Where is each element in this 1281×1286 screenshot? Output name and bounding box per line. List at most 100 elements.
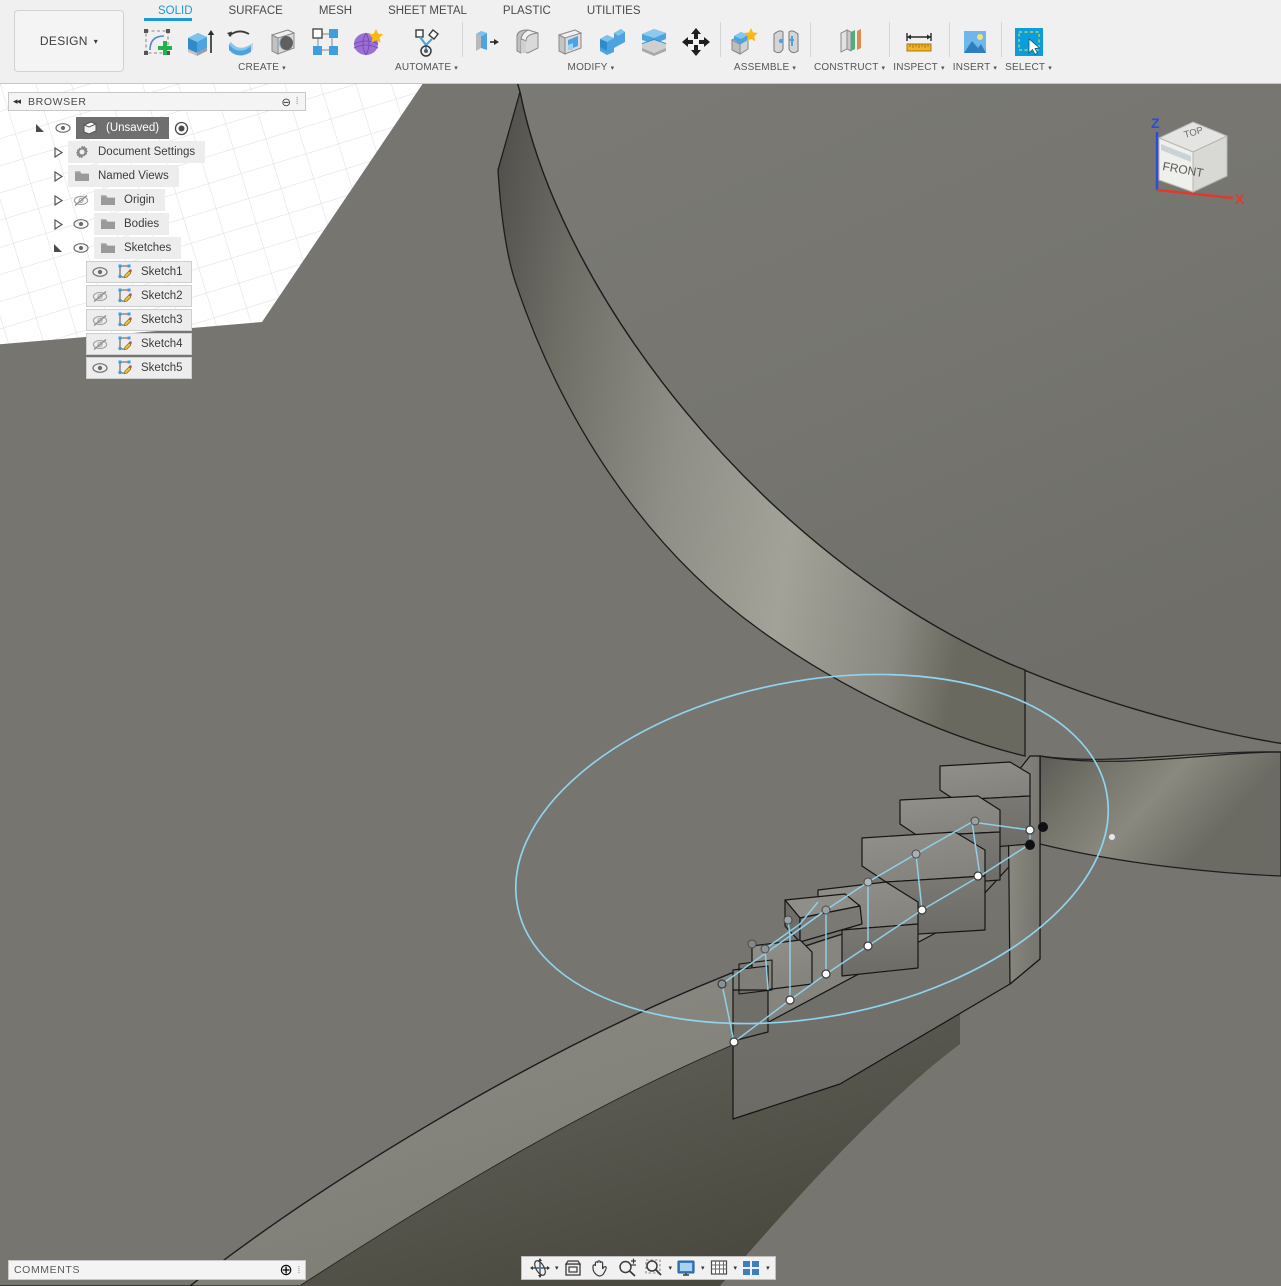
twisty-collapsed-icon[interactable] xyxy=(48,195,68,206)
workspace-switcher-button[interactable]: DESIGN ▾ xyxy=(14,10,124,72)
automate-button[interactable] xyxy=(406,21,446,63)
twisty-expanded-icon[interactable] xyxy=(30,123,50,134)
tree-row-named-views[interactable]: Named Views xyxy=(8,164,306,188)
panel-label-construct[interactable]: CONSTRUCT▾ xyxy=(814,62,885,73)
panel-label-insert-text: INSERT xyxy=(953,62,991,73)
panel-label-inspect[interactable]: INSPECT▾ xyxy=(893,62,944,73)
create-sketch-button[interactable] xyxy=(137,21,177,63)
tree-row-bodies[interactable]: Bodies xyxy=(8,212,306,236)
measure-button[interactable] xyxy=(899,21,939,63)
view-cube[interactable]: Z X TOP FRONT xyxy=(1135,108,1245,208)
tab-plastic[interactable]: PLASTIC xyxy=(485,4,569,19)
visibility-eye-icon[interactable] xyxy=(87,266,113,278)
tree-chip-sketch2[interactable]: Sketch2 xyxy=(86,285,192,307)
visibility-eye-hidden-icon[interactable] xyxy=(68,194,94,207)
visibility-eye-hidden-icon[interactable] xyxy=(87,290,113,303)
zoom-button[interactable] xyxy=(614,1257,640,1279)
pan-button[interactable] xyxy=(587,1257,613,1279)
visibility-eye-icon[interactable] xyxy=(87,362,113,374)
tree-chip-document-settings[interactable]: Document Settings xyxy=(68,141,205,163)
chevron-down-icon[interactable]: ▾ xyxy=(701,1264,705,1272)
shell-button[interactable] xyxy=(550,21,590,63)
panel-label-modify[interactable]: MODIFY▾ xyxy=(568,62,615,73)
combine-button[interactable] xyxy=(592,21,632,63)
revolve-button[interactable] xyxy=(221,21,261,63)
grid-snaps-button[interactable] xyxy=(706,1257,732,1279)
panel-label-automate[interactable]: AUTOMATE▾ xyxy=(395,62,458,73)
browser-header: ◂◂ BROWSER ⊖ ⦙ xyxy=(8,92,306,111)
chevron-down-icon[interactable]: ▾ xyxy=(669,1264,673,1272)
twisty-collapsed-icon[interactable] xyxy=(48,171,68,182)
display-settings-button[interactable] xyxy=(673,1257,699,1279)
tree-chip-sketch1[interactable]: Sketch1 xyxy=(86,261,192,283)
twisty-collapsed-icon[interactable] xyxy=(48,147,68,158)
tree-row-sketch5[interactable]: Sketch5 xyxy=(8,356,306,380)
panel-label-insert[interactable]: INSERT▾ xyxy=(953,62,997,73)
tree-row-sketch4[interactable]: Sketch4 xyxy=(8,332,306,356)
insert-image-button[interactable] xyxy=(955,21,995,63)
hole-button[interactable] xyxy=(263,21,303,63)
tab-utilities[interactable]: UTILITIES xyxy=(569,4,659,19)
chevron-down-icon[interactable]: ▾ xyxy=(766,1264,770,1272)
fillet-button[interactable] xyxy=(508,21,548,63)
tree-chip-sketch3[interactable]: Sketch3 xyxy=(86,309,192,331)
tree-chip-bodies[interactable]: Bodies xyxy=(94,213,169,235)
tree-row-sketch2[interactable]: Sketch2 xyxy=(8,284,306,308)
look-at-button[interactable] xyxy=(560,1257,586,1279)
visibility-eye-hidden-icon[interactable] xyxy=(87,314,113,327)
visibility-eye-icon[interactable] xyxy=(50,122,76,134)
joint-button[interactable] xyxy=(766,21,806,63)
twisty-expanded-icon[interactable] xyxy=(48,243,68,254)
viewport-layout-button[interactable] xyxy=(738,1257,764,1279)
panel-insert: INSERT▾ xyxy=(949,20,1001,73)
tree-row-sketches[interactable]: Sketches xyxy=(8,236,306,260)
visibility-eye-icon[interactable] xyxy=(68,218,94,230)
tree-row-document-settings[interactable]: Document Settings xyxy=(8,140,306,164)
tree-row-origin[interactable]: Origin xyxy=(8,188,306,212)
new-component-button[interactable] xyxy=(724,21,764,63)
rectangular-pattern-button[interactable] xyxy=(305,21,345,63)
chevron-down-icon[interactable]: ▾ xyxy=(734,1264,738,1272)
tab-mesh[interactable]: MESH xyxy=(301,4,370,19)
tab-surface[interactable]: SURFACE xyxy=(211,4,301,19)
tree-label-sketch3: Sketch3 xyxy=(137,314,191,326)
move-copy-button[interactable] xyxy=(676,21,716,63)
tab-solid[interactable]: SOLID xyxy=(140,4,211,19)
zoom-window-button[interactable] xyxy=(641,1257,667,1279)
panel-inspect: INSPECT▾ xyxy=(889,20,948,73)
twisty-collapsed-icon[interactable] xyxy=(48,219,68,230)
minimize-icon[interactable]: ⊖ xyxy=(281,95,291,109)
navigation-bar: ▾ xyxy=(521,1256,776,1280)
orbit-button[interactable] xyxy=(527,1257,553,1279)
create-form-button[interactable] xyxy=(347,21,387,63)
offset-plane-button[interactable] xyxy=(830,21,870,63)
select-button[interactable] xyxy=(1009,21,1049,63)
tree-row-sketch1[interactable]: Sketch1 xyxy=(8,260,306,284)
tab-sheet-metal[interactable]: SHEET METAL xyxy=(370,4,485,19)
ribbon-toolbar: DESIGN ▾ SOLID SURFACE MESH SHEET METAL … xyxy=(0,0,1281,84)
tree-row-sketch3[interactable]: Sketch3 xyxy=(8,308,306,332)
browser-tree: (Unsaved) Document Settings xyxy=(8,111,306,380)
tree-chip-unsaved[interactable]: (Unsaved) xyxy=(76,117,169,139)
extrude-button[interactable] xyxy=(179,21,219,63)
tree-chip-named-views[interactable]: Named Views xyxy=(68,165,179,187)
tree-chip-sketch4[interactable]: Sketch4 xyxy=(86,333,192,355)
add-comment-icon[interactable]: ⊕ xyxy=(279,1260,292,1280)
tree-row-unsaved[interactable]: (Unsaved) xyxy=(8,116,306,140)
panel-label-assemble[interactable]: ASSEMBLE▾ xyxy=(734,62,796,73)
tree-chip-sketch5[interactable]: Sketch5 xyxy=(86,357,192,379)
resize-grip[interactable]: ⦙ xyxy=(296,96,301,107)
press-pull-button[interactable] xyxy=(466,21,506,63)
tree-chip-origin[interactable]: Origin xyxy=(94,189,165,211)
panel-label-create[interactable]: CREATE▾ xyxy=(238,62,286,73)
visibility-eye-icon[interactable] xyxy=(68,242,94,254)
tree-chip-sketches[interactable]: Sketches xyxy=(94,237,181,259)
visibility-eye-hidden-icon[interactable] xyxy=(87,338,113,351)
panel-label-select[interactable]: SELECT▾ xyxy=(1005,62,1052,73)
chevron-down-icon: ▾ xyxy=(882,65,886,72)
radio-active-icon[interactable] xyxy=(169,121,193,136)
resize-grip[interactable]: ⦙ xyxy=(298,1265,300,1276)
chevron-down-icon[interactable]: ▾ xyxy=(555,1264,559,1272)
split-face-button[interactable] xyxy=(634,21,674,63)
collapse-icon[interactable]: ◂◂ xyxy=(13,96,20,107)
